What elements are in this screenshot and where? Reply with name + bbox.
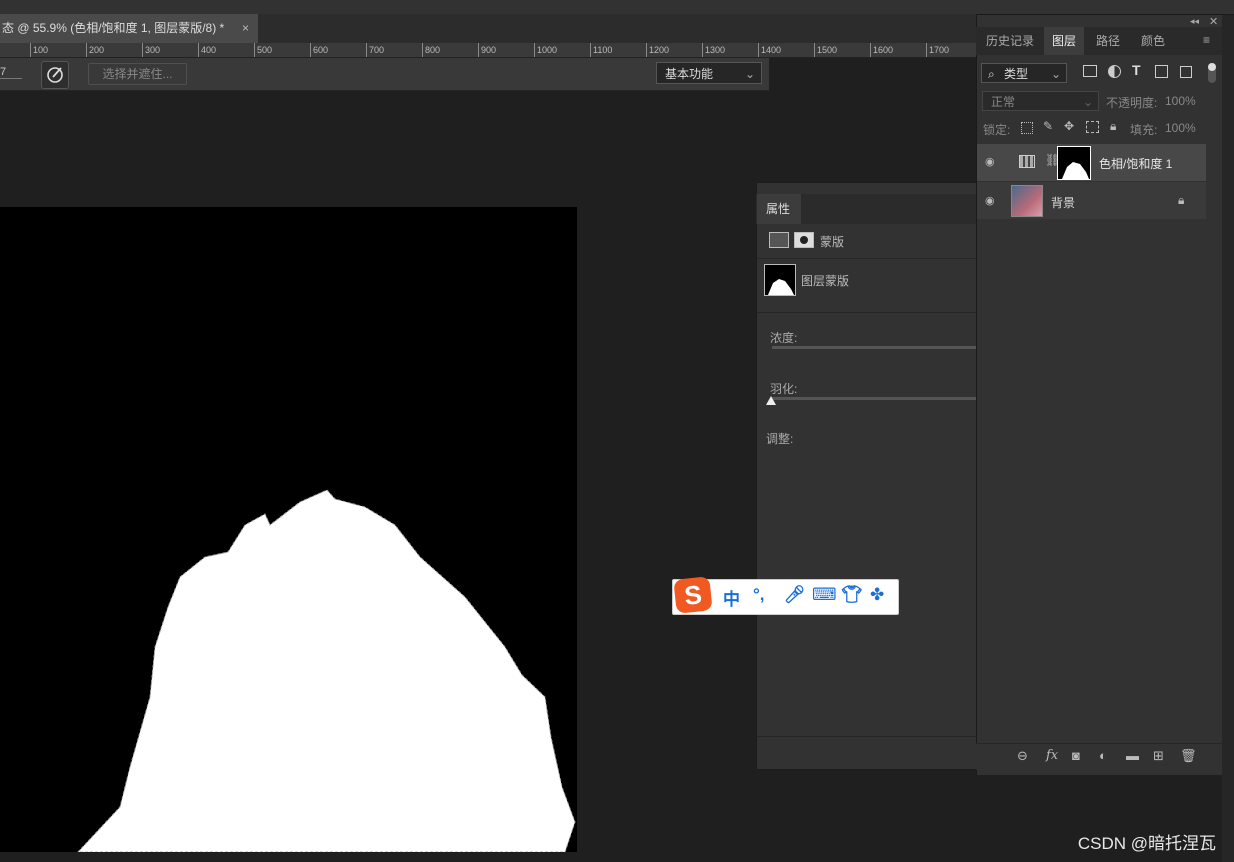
ruler-label: 300 bbox=[145, 45, 161, 55]
tab-history[interactable]: 历史记录 bbox=[978, 27, 1042, 55]
layer-mask-thumbnail bbox=[764, 264, 796, 296]
opacity-label: 不透明度: bbox=[1106, 96, 1158, 110]
collapse-icon[interactable]: ◂◂ bbox=[1190, 16, 1199, 27]
skin-icon[interactable]: 👕︎ bbox=[841, 585, 863, 605]
lock-artboard-icon[interactable] bbox=[1086, 121, 1099, 133]
new-group-icon[interactable]: ▬ bbox=[1126, 748, 1139, 763]
input-mode-toggle[interactable]: 中 bbox=[723, 585, 740, 610]
document-tab[interactable]: 态 @ 55.9% (色相/饱和度 1, 图层蒙版/8) * × bbox=[0, 14, 258, 43]
ruler-label: 1600 bbox=[873, 45, 894, 55]
fill-value[interactable]: 100% bbox=[1165, 121, 1196, 135]
close-tab-icon[interactable]: × bbox=[242, 14, 249, 43]
smart-object-filter-icon[interactable] bbox=[1180, 66, 1192, 78]
microphone-icon[interactable]: 🎤︎ bbox=[784, 585, 806, 605]
lock-transparent-icon[interactable] bbox=[1021, 122, 1033, 134]
chevron-down-icon: ⌄ bbox=[744, 67, 755, 81]
layer-mask-label: 图层蒙版 bbox=[801, 274, 850, 288]
tab-properties[interactable]: 属性 bbox=[757, 194, 801, 224]
ruler-label: 200 bbox=[89, 45, 105, 55]
filter-toggle[interactable] bbox=[1208, 63, 1216, 83]
ruler-label: 1300 bbox=[705, 45, 726, 55]
lock-position-icon[interactable]: ✥ bbox=[1064, 119, 1074, 133]
lock-all-icon[interactable]: 🔒︎ bbox=[1110, 119, 1116, 134]
layer-filter-select[interactable]: ⌕ 类型 ⌄ bbox=[981, 63, 1067, 83]
chevron-down-icon: ⌄ bbox=[1082, 95, 1093, 109]
ruler-label: 900 bbox=[481, 45, 497, 55]
new-layer-icon[interactable]: ⊞ bbox=[1153, 748, 1164, 764]
fx-icon[interactable]: fx bbox=[1046, 748, 1058, 763]
app-top-strip bbox=[0, 0, 1234, 15]
background-thumbnail bbox=[1011, 185, 1043, 217]
trash-icon[interactable]: 🗑︎ bbox=[1180, 748, 1197, 764]
density-slider[interactable] bbox=[772, 346, 976, 349]
mask-type-label: 蒙版 bbox=[820, 235, 845, 249]
layer-mask-thumbnail[interactable] bbox=[1057, 146, 1091, 180]
visibility-eye-icon[interactable]: ◉ bbox=[985, 194, 995, 207]
ruler-label: 1500 bbox=[817, 45, 838, 55]
layer-name[interactable]: 背景 bbox=[1051, 194, 1075, 211]
horizontal-ruler: 100 200 300 400 500 600 700 800 900 1000 1100 1200 1… bbox=[0, 43, 976, 58]
shape-filter-icon[interactable] bbox=[1155, 65, 1168, 78]
chevron-down-icon: ⌄ bbox=[1050, 67, 1061, 81]
punctuation-toggle[interactable]: °, bbox=[753, 585, 765, 605]
ruler-label: 1100 bbox=[593, 45, 613, 55]
pixel-filter-icon[interactable] bbox=[1083, 65, 1097, 77]
ruler-label: 1200 bbox=[649, 45, 670, 55]
tab-layers[interactable]: 图层 bbox=[1044, 27, 1085, 55]
mask-selection-shape bbox=[77, 489, 576, 852]
ruler-label: 100 bbox=[33, 45, 49, 55]
layer-filter-value: 类型 bbox=[1004, 67, 1029, 81]
lock-label: 锁定: bbox=[983, 123, 1011, 137]
select-and-mask-button[interactable]: 选择并遮住... bbox=[88, 63, 187, 85]
opacity-value[interactable]: 100% bbox=[1165, 94, 1196, 108]
keyboard-icon[interactable]: ⌨ bbox=[812, 585, 837, 605]
lock-pixels-icon[interactable]: ✎ bbox=[1043, 119, 1053, 133]
workspace-value: 基本功能 bbox=[665, 67, 714, 81]
visibility-eye-icon[interactable]: ◉ bbox=[985, 155, 995, 168]
refine-brush-button[interactable] bbox=[41, 61, 69, 89]
ruler-label: 500 bbox=[257, 45, 273, 55]
size-field[interactable]: 7 bbox=[0, 66, 22, 79]
watermark: CSDN @暗托涅瓦 bbox=[1077, 834, 1216, 853]
document-tab-title: 态 @ 55.9% (色相/饱和度 1, 图层蒙版/8) * bbox=[2, 21, 225, 35]
vector-mask-icon[interactable] bbox=[794, 232, 814, 248]
type-filter-icon[interactable]: T bbox=[1132, 62, 1141, 78]
feather-label: 羽化: bbox=[770, 382, 798, 396]
hue-saturation-adjustment-icon bbox=[1019, 155, 1035, 168]
blend-mode-select[interactable]: 正常 ⌄ bbox=[982, 91, 1099, 111]
adjustment-filter-icon[interactable] bbox=[1108, 65, 1121, 78]
density-label: 浓度: bbox=[770, 331, 798, 345]
ruler-label: 800 bbox=[425, 45, 441, 55]
feather-slider[interactable] bbox=[772, 397, 976, 400]
feather-slider-handle[interactable] bbox=[766, 396, 776, 405]
panel-menu-icon[interactable]: ≡ bbox=[1203, 33, 1210, 47]
refine-brush-icon bbox=[47, 67, 63, 83]
tab-paths[interactable]: 路径 bbox=[1088, 27, 1128, 55]
layer-name[interactable]: 色相/饱和度 1 bbox=[1099, 155, 1172, 172]
ruler-label: 700 bbox=[369, 45, 385, 55]
lock-icon[interactable]: 🔒︎ bbox=[1178, 193, 1184, 208]
pixel-mask-icon[interactable] bbox=[769, 232, 789, 248]
ruler-label: 1400 bbox=[761, 45, 782, 55]
tab-color[interactable]: 颜色 bbox=[1133, 27, 1173, 55]
toolbox-icon[interactable]: ✤ bbox=[870, 585, 884, 605]
sogou-logo: S bbox=[673, 576, 713, 614]
fill-label: 填充: bbox=[1130, 123, 1158, 137]
ruler-label: 400 bbox=[201, 45, 217, 55]
ruler-label: 600 bbox=[313, 45, 329, 55]
ruler-label: 1700 bbox=[929, 45, 950, 55]
search-icon: ⌕ bbox=[988, 67, 995, 81]
link-layers-icon[interactable]: ⊖ bbox=[1017, 748, 1028, 764]
blend-mode-value: 正常 bbox=[991, 95, 1016, 109]
new-adjustment-icon[interactable]: ◐ bbox=[1099, 748, 1107, 763]
workspace-select[interactable]: 基本功能 ⌄ bbox=[656, 62, 762, 84]
adjust-label: 调整: bbox=[766, 432, 794, 446]
tab-bar bbox=[258, 14, 976, 43]
right-edge-strip bbox=[1222, 15, 1234, 862]
ime-toolbar[interactable]: S 中 °, 🎤︎ ⌨ 👕︎ ✤ bbox=[672, 576, 899, 615]
add-mask-icon[interactable]: ◙ bbox=[1072, 748, 1080, 763]
ruler-label: 1000 bbox=[537, 45, 558, 55]
